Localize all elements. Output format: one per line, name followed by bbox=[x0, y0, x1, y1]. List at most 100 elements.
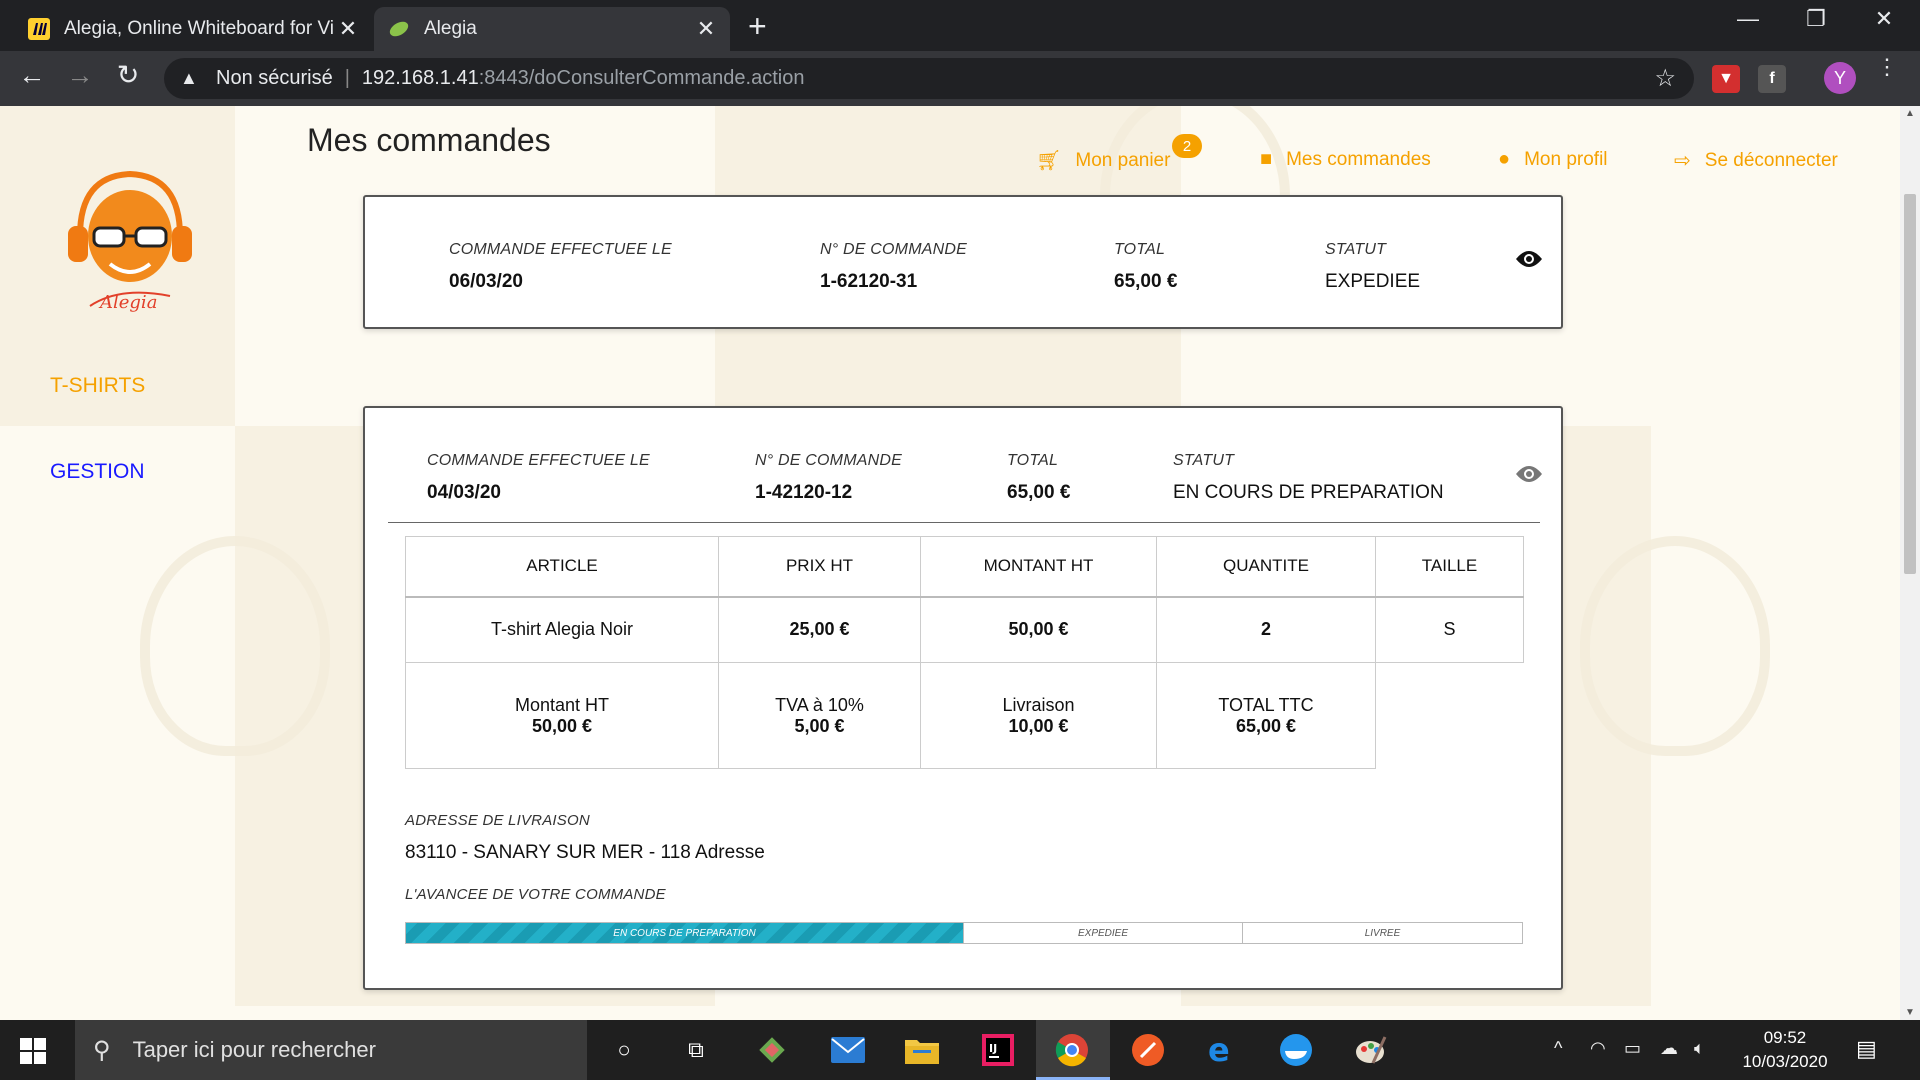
item-montant-ht: 50,00 € bbox=[920, 596, 1157, 663]
minimize-icon[interactable]: — bbox=[1718, 6, 1778, 32]
nav-orders[interactable]: ■ Mes commandes bbox=[1260, 148, 1431, 171]
taskbar-clock[interactable]: 09:52 10/03/2020 bbox=[1730, 1026, 1840, 1074]
mail-icon[interactable] bbox=[830, 1032, 866, 1068]
progress-step-preparation: EN COURS DE PREPARATION bbox=[406, 923, 964, 943]
facebook-extension-icon[interactable]: f bbox=[1758, 65, 1786, 93]
browser-tab-alegia[interactable]: Alegia ✕ bbox=[374, 7, 730, 51]
notification-center-icon[interactable]: ▤ bbox=[1856, 1036, 1877, 1062]
order-total: 65,00 € bbox=[1007, 482, 1071, 503]
order-total-label: TOTAL bbox=[1114, 241, 1166, 258]
order-date-label: COMMANDE EFFECTUEE LE bbox=[449, 241, 672, 258]
pocket-extension-icon[interactable]: ▼ bbox=[1712, 65, 1740, 93]
order-date-label: COMMANDE EFFECTUEE LE bbox=[427, 452, 650, 469]
nav-logout-label: Se déconnecter bbox=[1704, 149, 1838, 171]
total-tva-label: TVA à 10% bbox=[775, 694, 864, 715]
battery-icon[interactable]: ▭ bbox=[1624, 1038, 1641, 1059]
reload-icon[interactable]: ↻ bbox=[110, 60, 146, 91]
order-total-label: TOTAL bbox=[1007, 452, 1059, 469]
intellij-icon[interactable]: IJ bbox=[980, 1032, 1016, 1068]
new-tab-button[interactable]: + bbox=[748, 8, 767, 45]
clock-date: 10/03/2020 bbox=[1742, 1052, 1828, 1071]
close-tab-icon[interactable]: ✕ bbox=[696, 16, 716, 42]
order-date: 04/03/20 bbox=[427, 482, 501, 503]
browser-menu-icon[interactable]: ⋮ bbox=[1876, 56, 1898, 78]
volume-icon[interactable]: 🔈︎ bbox=[1694, 1038, 1705, 1059]
url-host: 192.168.1.41 bbox=[361, 67, 479, 89]
order-status-label: STATUT bbox=[1325, 241, 1387, 258]
sidebar-link-gestion[interactable]: GESTION bbox=[50, 460, 145, 484]
close-window-icon[interactable]: ✕ bbox=[1854, 6, 1914, 32]
order-number: 1-62120-31 bbox=[820, 271, 918, 292]
wifi-icon[interactable]: ◠ bbox=[1590, 1038, 1606, 1059]
nav-orders-label: Mes commandes bbox=[1286, 148, 1431, 170]
order-date: 06/03/20 bbox=[449, 271, 523, 292]
order-status: EN COURS DE PREPARATION bbox=[1173, 482, 1444, 503]
edge-icon[interactable]: e bbox=[1204, 1032, 1240, 1068]
totals-row: Montant HT 50,00 € TVA à 10% 5,00 € Livr… bbox=[405, 662, 1524, 769]
view-order-eye-icon[interactable] bbox=[1515, 464, 1543, 484]
docker-icon[interactable] bbox=[1278, 1032, 1314, 1068]
restore-icon[interactable]: ❐ bbox=[1786, 6, 1846, 32]
order-number-label: N° DE COMMANDE bbox=[755, 452, 902, 469]
nav-profile[interactable]: ● Mon profil bbox=[1498, 148, 1608, 171]
item-quantite: 2 bbox=[1156, 596, 1376, 663]
background-skull-icon bbox=[140, 536, 330, 756]
order-status: EXPEDIEE bbox=[1325, 271, 1421, 292]
nav-profile-label: Mon profil bbox=[1524, 148, 1608, 170]
tray-chevron-up-icon[interactable]: ^ bbox=[1554, 1038, 1562, 1059]
taskbar-search-placeholder: Taper ici pour rechercher bbox=[132, 1037, 376, 1062]
onedrive-cloud-icon[interactable]: ☁ bbox=[1660, 1038, 1678, 1059]
progress-step-expediee: EXPEDIEE bbox=[964, 923, 1243, 943]
postman-icon[interactable] bbox=[1130, 1032, 1166, 1068]
total-ttc-cell: TOTAL TTC 65,00 € bbox=[1156, 662, 1376, 769]
item-prix-ht: 25,00 € bbox=[718, 596, 921, 663]
forward-arrow-icon[interactable]: → bbox=[62, 60, 98, 91]
taskbar-search[interactable]: ⚲ Taper ici pour rechercher bbox=[75, 1020, 587, 1080]
sidebar-link-tshirts[interactable]: T-SHIRTS bbox=[50, 374, 145, 398]
chrome-icon[interactable] bbox=[1054, 1032, 1090, 1068]
total-ttc-label: TOTAL TTC bbox=[1218, 694, 1314, 715]
table-row: T-shirt Alegia Noir 25,00 € 50,00 € 2 S bbox=[405, 596, 1524, 663]
file-explorer-icon[interactable] bbox=[904, 1032, 940, 1068]
cortana-icon[interactable]: ○ bbox=[606, 1032, 642, 1068]
windows-start-icon[interactable] bbox=[20, 1038, 46, 1064]
nav-cart[interactable]: 🛒︎ Mon panier bbox=[1036, 148, 1170, 173]
total-livraison-cell: Livraison 10,00 € bbox=[920, 662, 1157, 769]
tab-title: Alegia bbox=[424, 18, 477, 39]
empty-cell bbox=[1375, 662, 1524, 769]
page-title: Mes commandes bbox=[307, 122, 551, 158]
security-label[interactable]: Non sécurisé bbox=[216, 67, 333, 90]
git-icon[interactable] bbox=[754, 1032, 790, 1068]
svg-text:Alegia: Alegia bbox=[98, 292, 157, 313]
paint-icon[interactable] bbox=[1352, 1032, 1388, 1068]
page-viewport: Mes commandes Alegia T-SHIRTS GESTION 🛒︎… bbox=[0, 106, 1900, 1020]
task-view-icon[interactable]: ⧉ bbox=[678, 1032, 714, 1068]
svg-text:IJ: IJ bbox=[989, 1042, 997, 1055]
column-header: QUANTITE bbox=[1156, 536, 1376, 598]
scrollbar-thumb[interactable] bbox=[1904, 194, 1916, 574]
order-card: COMMANDE EFFECTUEE LE 06/03/20 N° DE COM… bbox=[363, 195, 1563, 329]
browser-tab-miro[interactable]: Alegia, Online Whiteboard for Vi ✕ bbox=[14, 7, 372, 51]
search-icon: ⚲ bbox=[93, 1036, 111, 1064]
progress-label: L'AVANCEE DE VOTRE COMMANDE bbox=[405, 886, 666, 903]
nav-cart-label: Mon panier bbox=[1075, 149, 1171, 171]
order-number: 1-42120-12 bbox=[755, 482, 853, 503]
item-taille: S bbox=[1375, 596, 1524, 663]
clock-time: 09:52 bbox=[1763, 1028, 1807, 1047]
total-livraison-value: 10,00 € bbox=[1008, 715, 1069, 736]
back-arrow-icon[interactable]: ← bbox=[14, 60, 50, 91]
browser-tabstrip: Alegia, Online Whiteboard for Vi ✕ Alegi… bbox=[0, 0, 1920, 51]
address-bar[interactable]: ▲ Non sécurisé | 192.168.1.41:8443/doCon… bbox=[164, 58, 1694, 99]
alegia-logo[interactable]: Alegia bbox=[60, 156, 200, 316]
view-order-eye-icon[interactable] bbox=[1515, 249, 1543, 269]
column-header: TAILLE bbox=[1375, 536, 1524, 598]
nav-logout[interactable]: ⇨ Se déconnecter bbox=[1674, 148, 1838, 173]
scroll-down-arrow-icon[interactable]: ▼ bbox=[1904, 1007, 1916, 1018]
profile-avatar[interactable]: Y bbox=[1824, 62, 1856, 94]
close-tab-icon[interactable]: ✕ bbox=[338, 16, 358, 42]
leaf-favicon-icon bbox=[389, 21, 409, 37]
page-scrollbar[interactable]: ▲ ▼ bbox=[1900, 106, 1920, 1020]
bookmark-star-icon[interactable]: ☆ bbox=[1654, 64, 1676, 93]
sign-out-icon: ⇨ bbox=[1674, 150, 1691, 172]
scroll-up-arrow-icon[interactable]: ▲ bbox=[1904, 108, 1916, 119]
